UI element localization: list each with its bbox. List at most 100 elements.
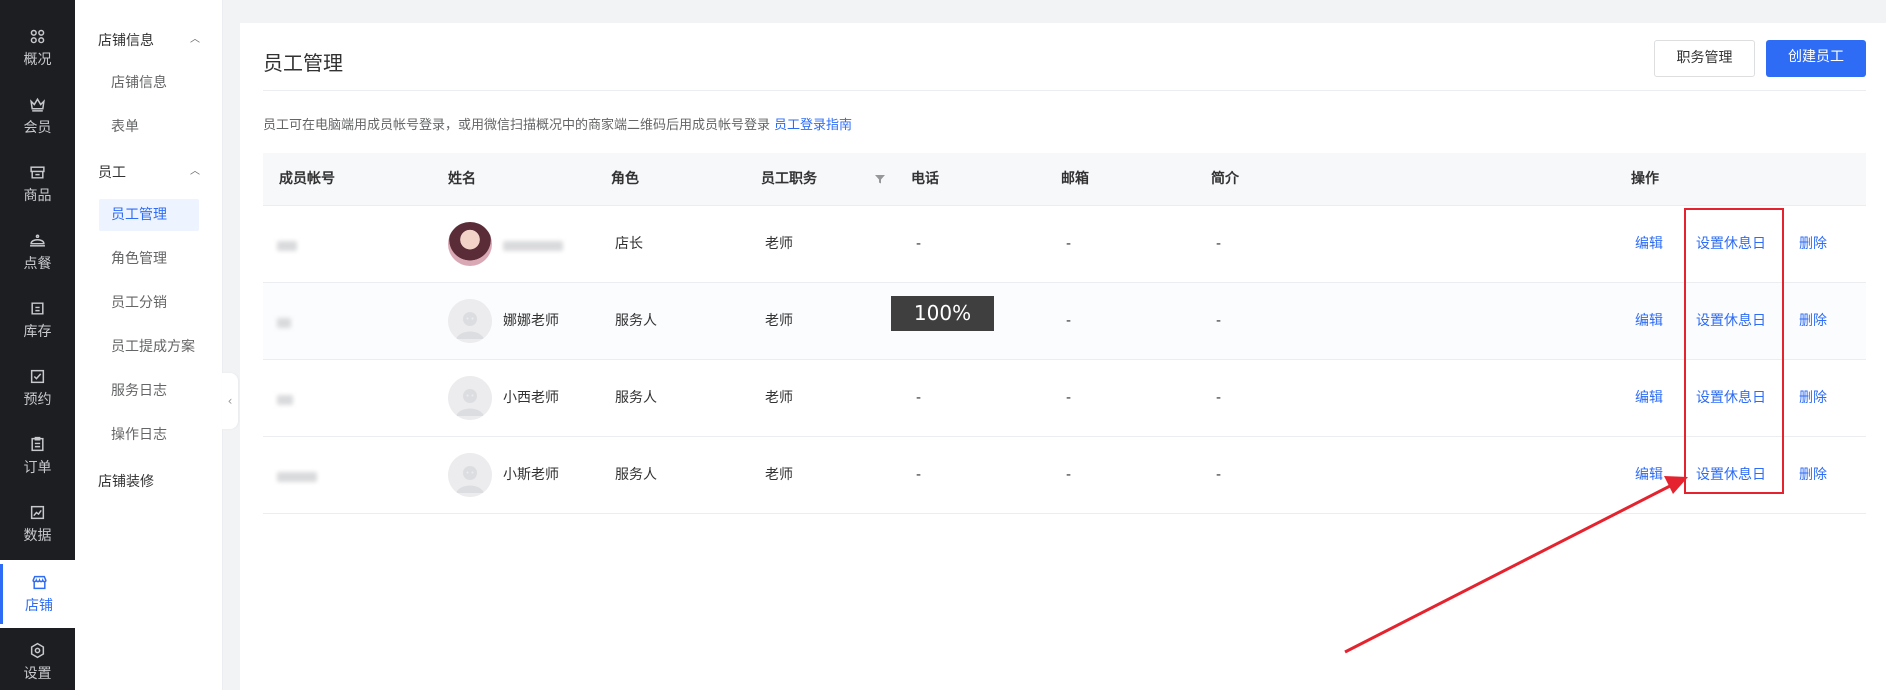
staff-login-guide-link[interactable]: 员工登录指南: [774, 118, 852, 133]
col-name: 姓名: [448, 171, 476, 187]
email-value: -: [1066, 313, 1072, 329]
chevron-up-icon[interactable]: ︿: [190, 30, 200, 45]
table-header: 成员帐号 姓名 角色 员工职务 电话 邮箱 简介 操作: [263, 153, 1866, 206]
col-phone: 电话: [911, 171, 939, 187]
nav-inventory[interactable]: 库存: [0, 290, 75, 350]
nav-label: 库存: [23, 324, 52, 340]
menu-group-store-info[interactable]: 店铺信息: [98, 30, 154, 50]
email-value: -: [1066, 236, 1072, 252]
page-title: 员工管理: [263, 51, 343, 75]
col-email: 邮箱: [1061, 171, 1089, 187]
order-icon: [29, 435, 47, 453]
name-value: 小斯老师: [503, 467, 559, 483]
name-value: 小西老师: [503, 390, 559, 406]
position-management-button[interactable]: 职务管理: [1654, 40, 1755, 77]
menu-group-store-decoration[interactable]: 店铺装修: [98, 471, 154, 491]
chevron-left-icon: ‹: [227, 394, 233, 408]
checkbox-icon: [29, 367, 47, 385]
submenu-item-commission-plan[interactable]: 员工提成方案: [99, 331, 199, 363]
role-value: 服务人: [615, 390, 657, 406]
nav-goods[interactable]: 商品: [0, 154, 75, 214]
nav-ordering[interactable]: 点餐: [0, 222, 75, 282]
avatar: [448, 299, 492, 343]
col-role: 角色: [611, 171, 639, 187]
dashboard-icon: [29, 27, 47, 45]
nav-label: 点餐: [23, 256, 52, 272]
default-avatar-icon: [448, 299, 492, 343]
submenu-item-staff-distribution[interactable]: 员工分销: [99, 287, 199, 319]
menu-group-label: 店铺信息: [98, 33, 154, 49]
nav-overview[interactable]: 概况: [0, 18, 75, 78]
nav-store[interactable]: 店铺: [0, 564, 75, 624]
col-staff-title: 员工职务: [761, 171, 817, 187]
table-row: 小西老师 服务人 老师 - - - 编辑 设置休息日 删除: [263, 360, 1866, 437]
edit-link[interactable]: 编辑: [1635, 283, 1663, 360]
main-nav-rail: 概况 会员 商品 点餐 库存 预约 订单 数据 店铺 设置: [0, 0, 75, 690]
submenu-item-service-log[interactable]: 服务日志: [99, 375, 199, 407]
delete-link[interactable]: 删除: [1799, 283, 1827, 360]
menu-group-label: 店铺装修: [98, 474, 154, 490]
title-value: 老师: [765, 467, 793, 483]
title-value: 老师: [765, 313, 793, 329]
name-value-redacted: [503, 241, 563, 251]
filter-icon[interactable]: [874, 173, 886, 185]
nav-orders[interactable]: 订单: [0, 426, 75, 486]
account-value-redacted: [277, 395, 293, 405]
account-value-redacted: [277, 241, 297, 251]
email-value: -: [1066, 390, 1072, 406]
account-value-redacted: [277, 472, 317, 482]
intro-value: -: [1216, 236, 1222, 252]
role-value: 服务人: [615, 313, 657, 329]
submenu-item-staff-management[interactable]: 员工管理: [99, 199, 199, 231]
login-tip-text: 员工可在电脑端用成员帐号登录，或用微信扫描概况中的商家端二维码后用成员帐号登录: [263, 118, 771, 133]
box-icon: [29, 163, 47, 181]
crown-icon: [29, 95, 47, 113]
avatar: [448, 453, 492, 497]
delete-link[interactable]: 删除: [1799, 206, 1827, 283]
delete-link[interactable]: 删除: [1799, 360, 1827, 437]
avatar: [448, 222, 492, 266]
collapse-menu-button[interactable]: ‹: [222, 373, 238, 429]
account-value-redacted: [277, 318, 291, 328]
nav-label: 商品: [23, 188, 52, 204]
create-staff-button[interactable]: 创建员工: [1766, 40, 1866, 77]
edit-link[interactable]: 编辑: [1635, 206, 1663, 283]
nav-label: 预约: [23, 392, 52, 408]
avatar: [448, 376, 492, 420]
chart-icon: [29, 503, 47, 521]
title-value: 老师: [765, 390, 793, 406]
name-value: 娜娜老师: [503, 313, 559, 329]
default-avatar-icon: [448, 376, 492, 420]
nav-label: 数据: [23, 528, 52, 544]
nav-label: 概况: [23, 52, 52, 68]
table-row: 店长 老师 - - - 编辑 设置休息日 删除: [263, 206, 1866, 283]
secondary-menu: 店铺信息 ︿ 店铺信息 表单 员工 ︿ 员工管理 角色管理 员工分销 员工提成方…: [75, 0, 223, 690]
submenu-item-operation-log[interactable]: 操作日志: [99, 419, 199, 451]
nav-settings[interactable]: 设置: [0, 632, 75, 690]
phone-value: -: [916, 467, 922, 483]
chevron-up-icon[interactable]: ︿: [190, 162, 200, 177]
edit-link[interactable]: 编辑: [1635, 437, 1663, 514]
email-value: -: [1066, 467, 1072, 483]
nav-label: 设置: [23, 666, 52, 682]
title-divider: [263, 90, 1866, 91]
inventory-icon: [29, 299, 47, 317]
menu-group-label: 员工: [98, 165, 126, 181]
main-content-card: 员工管理 职务管理 创建员工 员工可在电脑端用成员帐号登录，或用微信扫描概况中的…: [240, 23, 1886, 690]
menu-group-staff[interactable]: 员工: [98, 162, 126, 182]
table-row: 娜娜老师 服务人 老师 - - 编辑 设置休息日 删除: [263, 283, 1866, 360]
col-actions: 操作: [1631, 171, 1659, 187]
nav-data[interactable]: 数据: [0, 494, 75, 554]
nav-booking[interactable]: 预约: [0, 358, 75, 418]
submenu-item-role-management[interactable]: 角色管理: [99, 243, 199, 275]
gear-icon: [29, 641, 47, 659]
submenu-item-store-info[interactable]: 店铺信息: [99, 67, 199, 99]
edit-link[interactable]: 编辑: [1635, 360, 1663, 437]
col-intro: 简介: [1211, 171, 1239, 187]
role-value: 服务人: [615, 467, 657, 483]
food-cover-icon: [29, 231, 47, 249]
nav-members[interactable]: 会员: [0, 86, 75, 146]
delete-link[interactable]: 删除: [1799, 437, 1827, 514]
submenu-item-forms[interactable]: 表单: [99, 111, 199, 143]
annotation-highlight-box: [1684, 208, 1784, 494]
